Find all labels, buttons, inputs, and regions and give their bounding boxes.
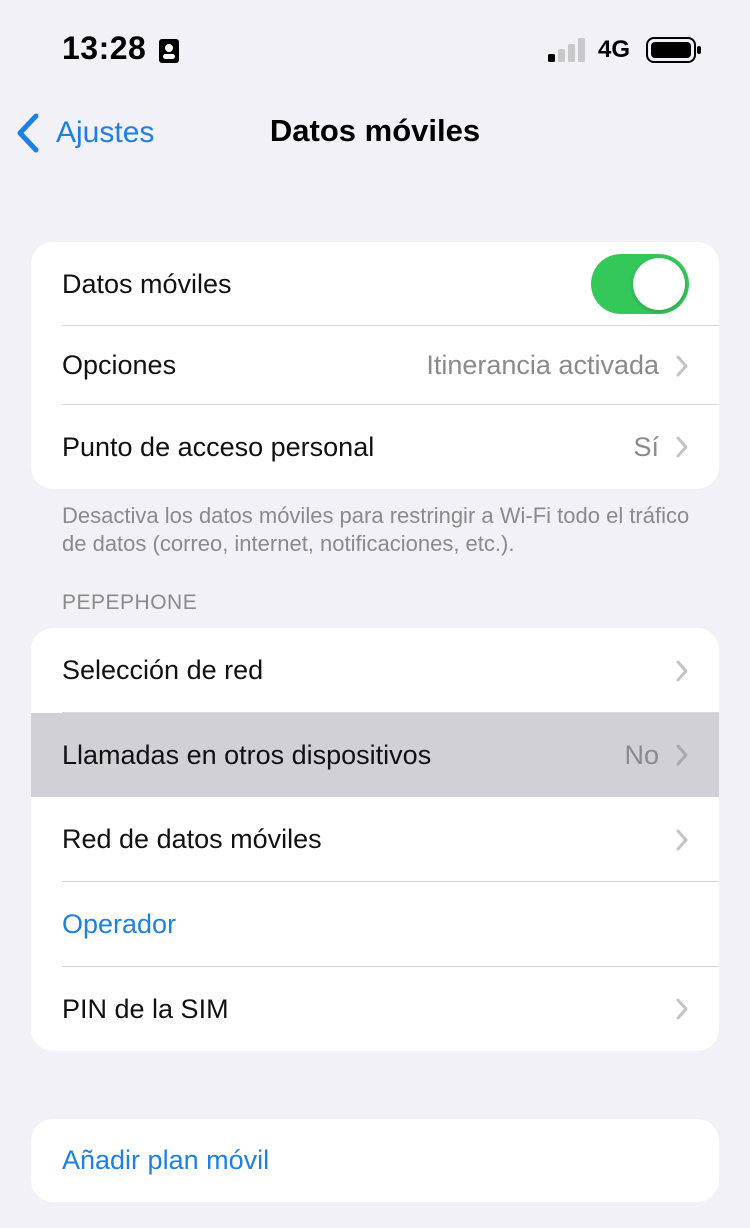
row-sim-pin[interactable]: PIN de la SIM [31, 967, 719, 1051]
row-label: Selección de red [62, 655, 264, 685]
page-title: Datos móviles [269, 113, 481, 148]
row-calls-other-devices[interactable]: Llamadas en otros dispositivos No [31, 713, 719, 797]
chevron-right-icon [676, 829, 688, 850]
chevron-right-icon [676, 744, 688, 766]
row-value: Sí [633, 431, 659, 462]
row-network-selection[interactable]: Selección de red [31, 628, 719, 713]
cellular-signal-icon [548, 38, 585, 62]
section-header: PEPEPHONE [62, 591, 198, 614]
row-label: Red de datos móviles [62, 824, 322, 854]
row-mobile-data: Datos móviles [31, 242, 719, 326]
row-label: Llamadas en otros dispositivos [62, 739, 432, 770]
chevron-right-icon [676, 998, 688, 1020]
row-label: Punto de acceso personal [62, 431, 375, 462]
status-time: 13:28 [62, 30, 147, 66]
carrier-link: Operador [62, 909, 177, 939]
settings-group-plan: Añadir plan móvil [31, 1119, 719, 1202]
row-label: Opciones [62, 350, 177, 380]
battery-icon [646, 37, 701, 63]
row-add-plan[interactable]: Añadir plan móvil [31, 1119, 719, 1202]
mobile-data-toggle[interactable] [591, 254, 689, 314]
footnote: Desactiva los datos móviles para restrin… [62, 503, 690, 556]
person-card-icon [159, 39, 179, 63]
add-plan-link: Añadir plan móvil [62, 1145, 270, 1175]
chevron-right-icon [676, 660, 688, 681]
settings-group-data: Datos móviles Opciones Itinerancia activ… [31, 242, 719, 489]
row-options[interactable]: Opciones Itinerancia activada [31, 326, 719, 405]
row-label: Datos móviles [62, 268, 232, 299]
chevron-right-icon [676, 436, 688, 458]
row-carrier[interactable]: Operador [31, 882, 719, 967]
network-type: 4G [598, 36, 631, 63]
row-cellular-data-network[interactable]: Red de datos móviles [31, 797, 719, 882]
row-personal-hotspot[interactable]: Punto de acceso personal Sí [31, 405, 719, 489]
row-label: PIN de la SIM [62, 993, 229, 1024]
status-bar: 13:28 4G [0, 0, 750, 100]
chevron-right-icon [676, 355, 688, 376]
settings-group-carrier: Selección de red Llamadas en otros dispo… [31, 628, 719, 1051]
row-value: No [624, 739, 659, 770]
row-value: Itinerancia activada [426, 350, 659, 380]
toggle-knob [633, 258, 685, 310]
